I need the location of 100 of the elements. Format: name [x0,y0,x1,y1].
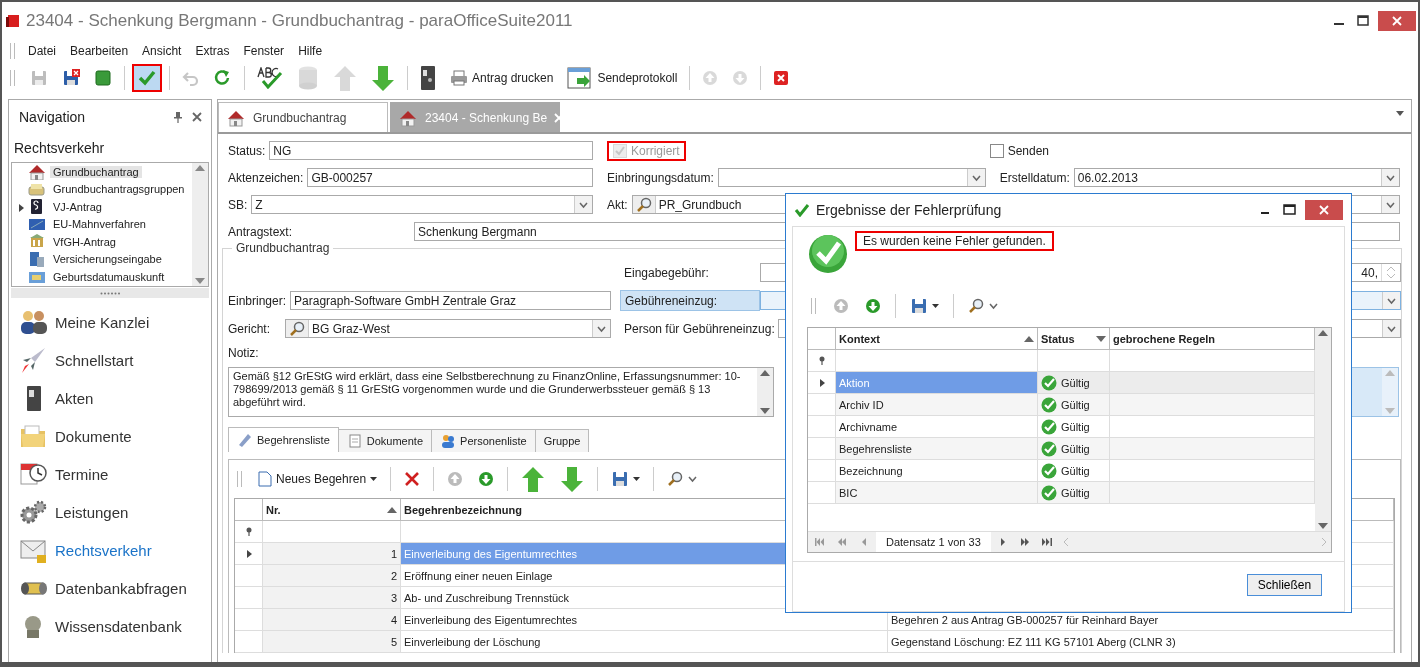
scrollbar[interactable] [192,163,208,286]
menu-item[interactable]: Bearbeiten [63,44,136,58]
nav-module[interactable]: Termine [9,455,211,493]
dropdown-button[interactable] [592,320,610,337]
nav-module[interactable]: Leistungen [9,493,211,531]
section-title: Rechtsverkehr [13,139,106,158]
status-field[interactable]: NG [269,141,593,160]
text-field[interactable]: GB-000257 [307,168,593,187]
dropdown-button[interactable] [1381,169,1399,186]
row-indicator-icon [817,377,826,388]
field-label: Status: [228,143,266,158]
column-header[interactable]: Nr. [263,499,401,520]
dropdown-icon[interactable] [1395,110,1405,118]
lookup-field[interactable]: BG Graz-West [285,319,611,338]
tree-item[interactable]: Geburtsdatumauskunft [12,268,192,286]
menu-item[interactable]: Extras [188,44,237,58]
toolbar-button[interactable]: Sendeprotokoll [562,62,683,94]
redo-icon [214,69,232,87]
tree-item[interactable]: Grundbuchantrag [12,163,192,181]
down-circle-icon [732,70,749,86]
text-field[interactable]: Paragraph-Software GmbH Zentrale Graz [290,291,611,310]
dropdown-button[interactable] [574,196,592,213]
column-header[interactable]: Status [1038,328,1110,349]
caret-icon [370,477,378,481]
nav-module[interactable]: Wissensdatenbank [9,607,211,645]
scrollbar[interactable] [1315,328,1331,531]
calendar-clock-icon [19,460,47,488]
field-label: Person für Gebühreneinzug: [623,320,776,338]
search-button[interactable] [286,320,309,337]
pin-icon[interactable] [173,111,183,123]
search-icon [968,298,984,314]
scrollbar[interactable] [757,368,773,416]
tree-item[interactable]: VJ-Antrag [12,198,192,216]
save-icon [30,69,48,87]
table-cell: Aktion [836,372,1038,393]
house-icon [399,108,419,127]
tab[interactable]: Personenliste [431,429,536,452]
note-field[interactable]: Gemäß §12 GrEStG wird erklärt, dass eine Selbstberechnung zu FinanzOnline, Erfassungsnummer: 10-798699/2013 gemäß § 11 GrEStG vorgenommen wurde und die Grunderwerbssteuer gemäß § 13 abgeführt wird. [228,367,774,417]
table-cell: Gültig [1038,438,1110,459]
dropdown-button[interactable] [1382,320,1400,337]
expand-icon[interactable] [17,203,25,213]
field-label: Akt: [607,197,628,212]
search-button[interactable] [632,196,656,213]
nav-module[interactable]: Rechtsverkehr [9,531,211,569]
table-cell: Gültig [1038,372,1110,393]
tree-item[interactable]: EU-Mahnverfahren [12,215,192,233]
toolbar-button[interactable]: Antrag drucken [445,66,559,90]
table-cell: Bezeichnung [836,460,1038,481]
up-circle-icon [702,70,719,86]
dropdown-button[interactable] [966,169,985,186]
chevron-down-icon [194,276,206,286]
people-icon [19,308,47,336]
field-label: Notiz: [228,346,259,360]
document-icon [346,433,363,449]
close-button[interactable]: Schließen [1247,574,1322,596]
nav-module[interactable]: Meine Kanzlei [9,303,211,341]
nav-module[interactable]: Akten [9,379,211,417]
filter-icon [1096,334,1106,343]
status-message: Es wurden keine Fehler gefunden. [855,231,1054,251]
dropdown-button[interactable] [1381,196,1399,213]
menu-item[interactable]: Fenster [236,44,292,58]
house-icon [28,163,46,181]
date-field[interactable]: 06.02.2013 [1073,168,1400,187]
caret-icon [932,304,939,308]
window-title: 23404 - Schenkung Bergmann - Grundbuchantrag - paraOfficeSuite2011 [26,11,574,31]
checkbox[interactable] [989,143,1004,158]
close-icon[interactable] [191,111,203,123]
database-icon [297,65,319,91]
dropdown-button[interactable] [1382,292,1400,309]
nav-module[interactable]: Schnellstart [9,341,211,379]
tree-item[interactable]: Versicherungseingabe [12,250,192,268]
new-button[interactable]: Neues Begehren [253,467,383,491]
tree-item[interactable]: Grundbuchantragsgruppen [12,180,192,198]
nav-module[interactable]: Dokumente [9,417,211,455]
field-label: SB: [228,197,248,212]
spellcheck-icon [257,67,283,89]
check-circle-icon [1041,396,1057,413]
tab[interactable]: Gruppe [534,429,590,452]
check-circle-icon [1041,462,1057,479]
app-icon [6,14,20,28]
chevron-left-icon [1062,537,1069,547]
document-tab[interactable]: Grundbuchantrag [218,102,388,132]
column-header[interactable]: Kontext [836,328,1038,349]
close-button[interactable] [1378,11,1416,31]
dropdown-field[interactable]: Z [251,195,593,214]
binder-icon [420,65,436,91]
date-field[interactable] [717,168,986,187]
filter-pin-icon [245,527,252,536]
tab[interactable]: Dokumente [337,429,433,452]
pen-icon [237,432,253,448]
tree-item[interactable]: VfGH-Antrag [12,233,192,251]
menu-item[interactable]: Datei [21,44,63,58]
folder-icon [19,422,47,450]
menu-item[interactable]: Hilfe [291,44,330,58]
dialog-title: Ergebnisse der Fehlerprüfung [816,202,1003,218]
nav-module[interactable]: Datenbankabfragen [9,569,211,607]
tab[interactable]: Begehrensliste [228,427,339,452]
menu-item[interactable]: Ansicht [135,44,189,58]
close-button[interactable] [1305,200,1343,220]
grip-icon[interactable] [100,291,120,295]
